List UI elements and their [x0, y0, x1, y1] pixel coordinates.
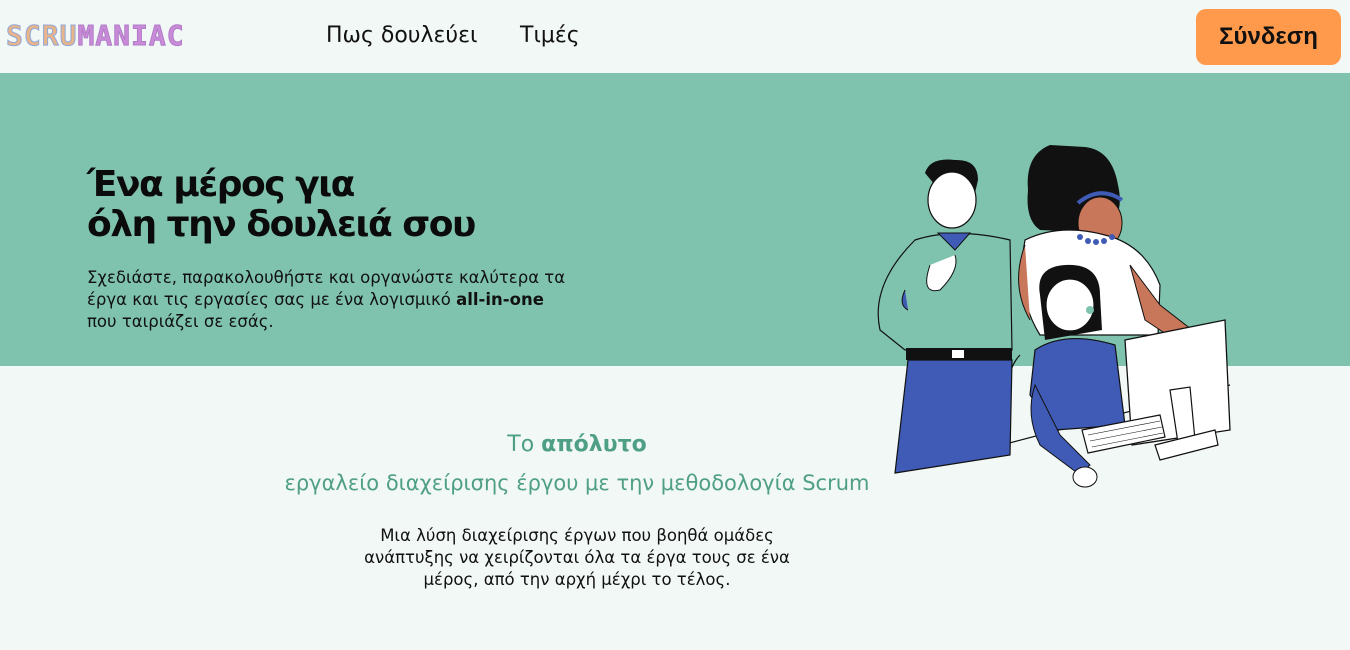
man-standing-figure	[877, 159, 1013, 474]
team-illustration	[877, 145, 1231, 488]
hero-desc-text-2: που ταιριάζει σε εσάς.	[87, 312, 274, 331]
hero-title: Ένα μέρος για όλη την δουλειά σου	[87, 164, 476, 245]
hero-desc-bold: all-in-one	[456, 290, 544, 309]
tagline-bold: απόλυτο	[541, 432, 647, 457]
features-description: Μια λύση διαχείρισης έργων που βοηθά ομά…	[364, 526, 790, 589]
nav-link-prices[interactable]: Τιμές	[520, 22, 580, 50]
login-button[interactable]: Σύνδεση	[1196, 9, 1341, 65]
logo-part-maniac: MANIAC	[77, 19, 185, 52]
hero-title-line-2: όλη την δουλειά σου	[87, 204, 476, 245]
logo[interactable]: SCRUMANIAC	[5, 19, 185, 52]
hero-description: Σχεδιάστε, παρακολουθήστε και οργανώστε …	[87, 267, 567, 333]
hero-title-line-1: Ένα μέρος για	[87, 164, 355, 205]
nav-link-how-it-works[interactable]: Πως δουλεύει	[326, 22, 478, 50]
tagline-prefix: Το	[507, 432, 542, 457]
navbar: SCRUMANIAC Πως δουλεύει Τιμές Σύνδεση	[0, 0, 1350, 72]
logo-part-scru: SCRU	[5, 19, 78, 52]
